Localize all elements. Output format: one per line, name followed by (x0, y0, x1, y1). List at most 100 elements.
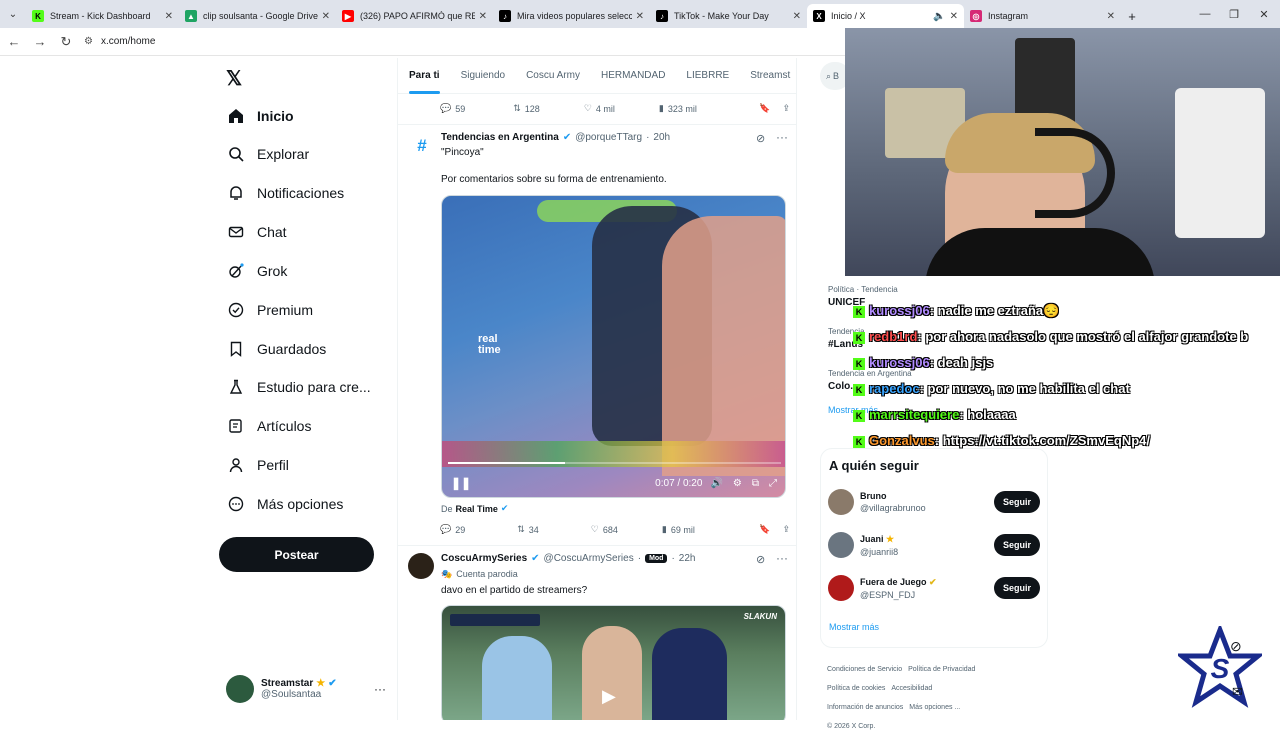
settings-icon[interactable]: ⚙ (733, 478, 742, 489)
tab-hermandad[interactable]: HERMANDAD (601, 58, 665, 94)
close-icon[interactable]: ✕ (636, 11, 644, 22)
tab-search-button[interactable]: ⌄ (0, 0, 26, 28)
reply-button[interactable]: 💬 29 (440, 524, 465, 535)
video-progress-track[interactable] (448, 462, 781, 464)
reply-button[interactable]: 💬 59 (440, 103, 465, 114)
tweet-time[interactable]: 22h (679, 553, 696, 564)
tab-kick[interactable]: K Stream - Kick Dashboard ✕ (26, 4, 179, 28)
speaker-icon[interactable]: 🔈 (933, 11, 945, 22)
tab-streamst[interactable]: Streamst (750, 58, 790, 94)
more-icon[interactable]: ··· (776, 551, 788, 565)
tweet[interactable]: CoscuArmySeries ✔ @CoscuArmySeries · Mod… (398, 548, 796, 720)
message-icon[interactable]: ✉ (1232, 684, 1243, 700)
footer-link[interactable]: Condiciones de Servicio (827, 666, 902, 673)
nav-item-articles[interactable]: Artículos (227, 413, 311, 439)
tweet-time[interactable]: 20h (653, 132, 670, 143)
nav-item-grok[interactable]: Grok (227, 258, 287, 284)
close-icon[interactable]: ✕ (1107, 11, 1115, 22)
forward-icon[interactable]: → (28, 34, 52, 49)
nav-item-explore[interactable]: Explorar (227, 141, 309, 167)
tab-x-home[interactable]: X Inicio / X 🔈 ✕ (807, 4, 964, 28)
tab-youtube[interactable]: ▶ (326) PAPO AFIRMÓ que RENA ✕ (336, 4, 493, 28)
close-icon[interactable]: ✕ (322, 11, 330, 22)
post-button[interactable]: Postear (219, 537, 374, 572)
tab-coscu-army[interactable]: Coscu Army (526, 58, 580, 94)
tab-liebrre[interactable]: LIEBRRE (686, 58, 729, 94)
show-more-follow-link[interactable]: Mostrar más (829, 622, 879, 632)
tab-following[interactable]: Siguiendo (461, 58, 505, 94)
share-button[interactable]: ⇪ (782, 524, 790, 535)
like-button[interactable]: ♡ 684 (591, 524, 618, 535)
close-icon[interactable]: ✕ (165, 11, 173, 22)
footer-link[interactable]: Información de anuncios (827, 704, 903, 711)
repost-button[interactable]: ⇅ 128 (513, 103, 540, 114)
site-info-icon[interactable]: ⚙ (84, 36, 93, 47)
nav-item-home[interactable]: Inicio (227, 103, 294, 129)
follow-suggestion[interactable]: Bruno @villagrabrunoo Seguir (828, 482, 1040, 522)
footer-link[interactable]: Política de Privacidad (908, 666, 975, 673)
video-player[interactable]: real time ❚❚ 0:07 / 0:20 🔊 ⚙ ⧉ ⤢ (441, 195, 786, 498)
back-icon[interactable]: ← (2, 34, 26, 49)
nav-item-notifications[interactable]: Notificaciones (227, 180, 344, 206)
trend-category: Tendencia en Argentina (828, 369, 912, 378)
chat-text: : holaaaa (959, 407, 1016, 422)
video-player[interactable]: SLAKUN ▶ (441, 605, 786, 720)
footer-link[interactable]: Más opciones ... (909, 704, 960, 711)
tweet-handle[interactable]: @porqueTTarg (575, 132, 642, 143)
tab-google-drive[interactable]: ▲ clip soulsanta - Google Drive ✕ (179, 4, 336, 28)
more-icon[interactable]: ··· (776, 130, 788, 144)
pause-icon[interactable]: ❚❚ (451, 476, 471, 490)
close-icon[interactable]: ✕ (950, 11, 958, 22)
footer-link[interactable]: Accesibilidad (891, 685, 932, 692)
close-icon[interactable]: ✕ (793, 11, 801, 22)
tab-tiktok-popular[interactable]: ♪ Mira videos populares seleccio ✕ (493, 4, 650, 28)
tweet-handle[interactable]: @CoscuArmySeries (544, 553, 634, 564)
restore-button[interactable]: ❐ (1219, 0, 1249, 28)
close-icon[interactable]: ✕ (479, 11, 487, 22)
tab-instagram[interactable]: ◎ Instagram ✕ (964, 4, 1121, 28)
grok-icon[interactable]: ⊘ (756, 553, 765, 566)
minimize-button[interactable]: — (1190, 0, 1220, 28)
repost-button[interactable]: ⇅ 34 (517, 524, 539, 535)
window-close-button[interactable]: ✕ (1249, 0, 1279, 28)
reload-icon[interactable]: ↻ (54, 34, 78, 50)
follow-button[interactable]: Seguir (993, 491, 1040, 513)
who-to-follow-title: A quién seguir (829, 458, 919, 473)
follow-button[interactable]: Seguir (993, 577, 1040, 599)
source-name[interactable]: Real Time (456, 504, 498, 514)
nav-item-more-options[interactable]: Más opciones (227, 491, 343, 517)
nav-item-creator-studio[interactable]: Estudio para cre... (227, 374, 371, 400)
nav-item-profile[interactable]: Perfil (227, 452, 289, 478)
share-icon: ⇪ (782, 524, 790, 534)
fullscreen-icon[interactable]: ⤢ (769, 478, 777, 489)
x-logo-icon[interactable]: 𝕏 (226, 66, 242, 91)
nav-item-chat[interactable]: Chat (227, 219, 287, 245)
bookmark-button[interactable]: 🔖 (759, 524, 770, 535)
like-button[interactable]: ♡ 4 mil (584, 103, 615, 114)
play-icon[interactable]: ▶ (602, 686, 616, 707)
tab-for-you[interactable]: Para ti (409, 58, 440, 94)
tweet-author[interactable]: CoscuArmySeries (441, 553, 527, 564)
tweet[interactable]: # Tendencias en Argentina ✔ @porqueTTarg… (398, 128, 796, 543)
grok-icon[interactable]: ⊘ (1230, 638, 1242, 655)
more-icon[interactable]: ··· (374, 682, 386, 696)
views-button[interactable]: ▮ 323 mil (659, 103, 697, 114)
chat-username: kurossj06 (869, 355, 930, 370)
views-button[interactable]: ▮ 69 mil (662, 524, 695, 535)
follow-button[interactable]: Seguir (993, 534, 1040, 556)
bookmark-button[interactable]: 🔖 (759, 103, 770, 114)
grok-icon[interactable]: ⊘ (756, 132, 765, 145)
nav-item-bookmarks[interactable]: Guardados (227, 336, 326, 362)
account-switcher[interactable]: Streamstar ★ ✔ @Soulsantaa ··· (226, 674, 386, 704)
pip-icon[interactable]: ⧉ (752, 478, 759, 489)
tab-tiktok[interactable]: ♪ TikTok - Make Your Day ✕ (650, 4, 807, 28)
new-tab-button[interactable]: + (1121, 4, 1143, 28)
follow-suggestion[interactable]: Fuera de Juego ✔ @ESPN_FDJ Seguir (828, 568, 1040, 608)
share-button[interactable]: ⇪ (782, 103, 790, 114)
footer-link[interactable]: Política de cookies (827, 685, 885, 692)
nav-item-premium[interactable]: Premium (227, 297, 313, 323)
url-field[interactable]: ⚙ x.com/home (84, 36, 155, 47)
follow-suggestion[interactable]: Juani ★ @juanrii8 Seguir (828, 525, 1040, 565)
tweet-author[interactable]: Tendencias en Argentina (441, 132, 559, 143)
volume-icon[interactable]: 🔊 (710, 478, 722, 489)
